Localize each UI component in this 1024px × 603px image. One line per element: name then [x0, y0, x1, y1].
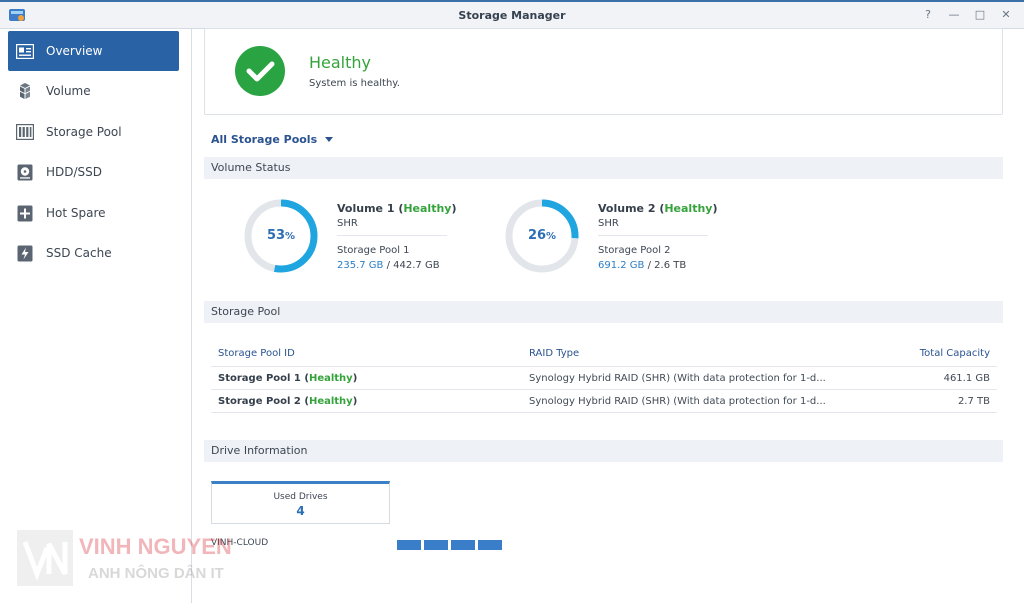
pool-2-status: Healthy [308, 396, 353, 407]
sidebar-item-label: Hot Spare [46, 206, 106, 220]
volume-1-percent: 53 [266, 228, 286, 243]
watermark-line-2: ANH NÔNG DÂN IT [88, 565, 224, 582]
chevron-down-icon [325, 137, 334, 142]
overview-icon [15, 42, 34, 61]
pool-2-raid: Synology Hybrid RAID (SHR) (With data pr… [529, 396, 826, 407]
pool-2-id: Storage Pool 2 [218, 396, 301, 407]
sidebar-item-label: SSD Cache [46, 246, 112, 260]
watermark: VINH NGUYEN ANH NÔNG DÂN IT [17, 530, 257, 590]
drive-slot-icon[interactable] [424, 540, 448, 550]
used-drives-card[interactable]: Used Drives 4 [211, 481, 390, 524]
help-icon[interactable]: ? [922, 8, 934, 22]
storage-pool-icon [15, 123, 34, 142]
storage-pool-filter-dropdown[interactable]: All Storage Pools [211, 133, 334, 146]
drive-slots [397, 540, 502, 550]
volume-2-status: Healthy [664, 202, 713, 215]
pool-1-status: Healthy [308, 373, 353, 384]
volume-1-total: 442.7 GB [393, 260, 440, 271]
pool-2-capacity: 2.7 TB [957, 396, 990, 407]
pool-1-raid: Synology Hybrid RAID (SHR) (With data pr… [529, 373, 826, 384]
volume-1-name: Volume 1 [337, 202, 395, 215]
volume-1-info[interactable]: Volume 1 (Healthy) SHR Storage Pool 1 23… [337, 201, 457, 273]
sidebar-item-volume[interactable]: Volume [8, 71, 179, 111]
watermark-logo [17, 530, 73, 586]
volume-2-percent: 26 [527, 228, 547, 243]
system-health-card: Healthy System is healthy. [204, 28, 1003, 115]
volume-2-percent-unit: % [546, 231, 557, 242]
storage-pool-header: Storage Pool [204, 301, 1003, 323]
volume-2-info[interactable]: Volume 2 (Healthy) SHR Storage Pool 2 69… [598, 201, 718, 273]
pool-filter-label: All Storage Pools [211, 133, 318, 146]
volume-1-pool: Storage Pool 1 [337, 245, 410, 256]
sidebar: Overview Volume Storage Pool HDD/SSD Hot… [0, 29, 192, 603]
hot-spare-icon [15, 204, 34, 223]
sidebar-item-label: Storage Pool [46, 125, 122, 139]
drive-information-header: Drive Information [204, 440, 1003, 462]
volume-1-status: Healthy [403, 202, 452, 215]
column-header-raid-type[interactable]: RAID Type [529, 340, 829, 367]
column-header-total-capacity[interactable]: Total Capacity [920, 340, 990, 367]
volume-1-usage-ring: 53% [243, 198, 319, 274]
column-header-pool-id[interactable]: Storage Pool ID [218, 340, 295, 367]
volume-2-total: 2.6 TB [654, 260, 687, 271]
health-description: System is healthy. [309, 78, 400, 89]
drive-slot-icon[interactable] [478, 540, 502, 550]
minimize-icon[interactable]: — [948, 8, 960, 22]
sidebar-item-overview[interactable]: Overview [8, 31, 179, 71]
used-drives-label: Used Drives [273, 492, 328, 502]
ssd-cache-icon [15, 244, 34, 263]
sidebar-item-ssd-cache[interactable]: SSD Cache [8, 233, 179, 273]
volume-2-used: 691.2 GB [598, 260, 645, 271]
table-header: Storage Pool ID RAID Type Total Capacity [211, 340, 997, 367]
drive-slot-icon[interactable] [451, 540, 475, 550]
sidebar-item-label: HDD/SSD [46, 165, 103, 179]
sidebar-item-hot-spare[interactable]: Hot Spare [8, 193, 179, 233]
storage-pool-table: Storage Pool ID RAID Type Total Capacity… [211, 340, 997, 413]
health-status: Healthy [309, 53, 372, 72]
maximize-icon[interactable]: □ [974, 8, 986, 22]
sidebar-item-hdd-ssd[interactable]: HDD/SSD [8, 152, 179, 192]
volume-2-usage-ring: 26% [504, 198, 580, 274]
table-row[interactable]: Storage Pool 1 (Healthy) Synology Hybrid… [211, 367, 997, 390]
used-drives-count: 4 [296, 504, 305, 518]
volume-2-pool: Storage Pool 2 [598, 245, 671, 256]
volume-1-percent-unit: % [285, 231, 296, 242]
watermark-line-1: VINH NGUYEN [79, 534, 232, 559]
close-icon[interactable]: ✕ [1000, 8, 1012, 22]
volume-icon [15, 82, 34, 101]
volume-status-header: Volume Status [204, 157, 1003, 179]
healthy-check-icon [235, 46, 285, 96]
sidebar-item-label: Volume [46, 84, 91, 98]
volume-1-used: 235.7 GB [337, 260, 384, 271]
pool-1-id: Storage Pool 1 [218, 373, 301, 384]
title-bar: Storage Manager ? — □ ✕ [0, 0, 1024, 29]
window-title: Storage Manager [458, 9, 566, 22]
hdd-icon [15, 163, 34, 182]
sidebar-item-storage-pool[interactable]: Storage Pool [8, 112, 179, 152]
drive-slot-icon[interactable] [397, 540, 421, 550]
volume-2-type: SHR [598, 218, 619, 229]
pool-1-capacity: 461.1 GB [943, 373, 990, 384]
sidebar-item-label: Overview [46, 44, 103, 58]
volume-1-type: SHR [337, 218, 358, 229]
volume-2-name: Volume 2 [598, 202, 656, 215]
table-row[interactable]: Storage Pool 2 (Healthy) Synology Hybrid… [211, 390, 997, 413]
